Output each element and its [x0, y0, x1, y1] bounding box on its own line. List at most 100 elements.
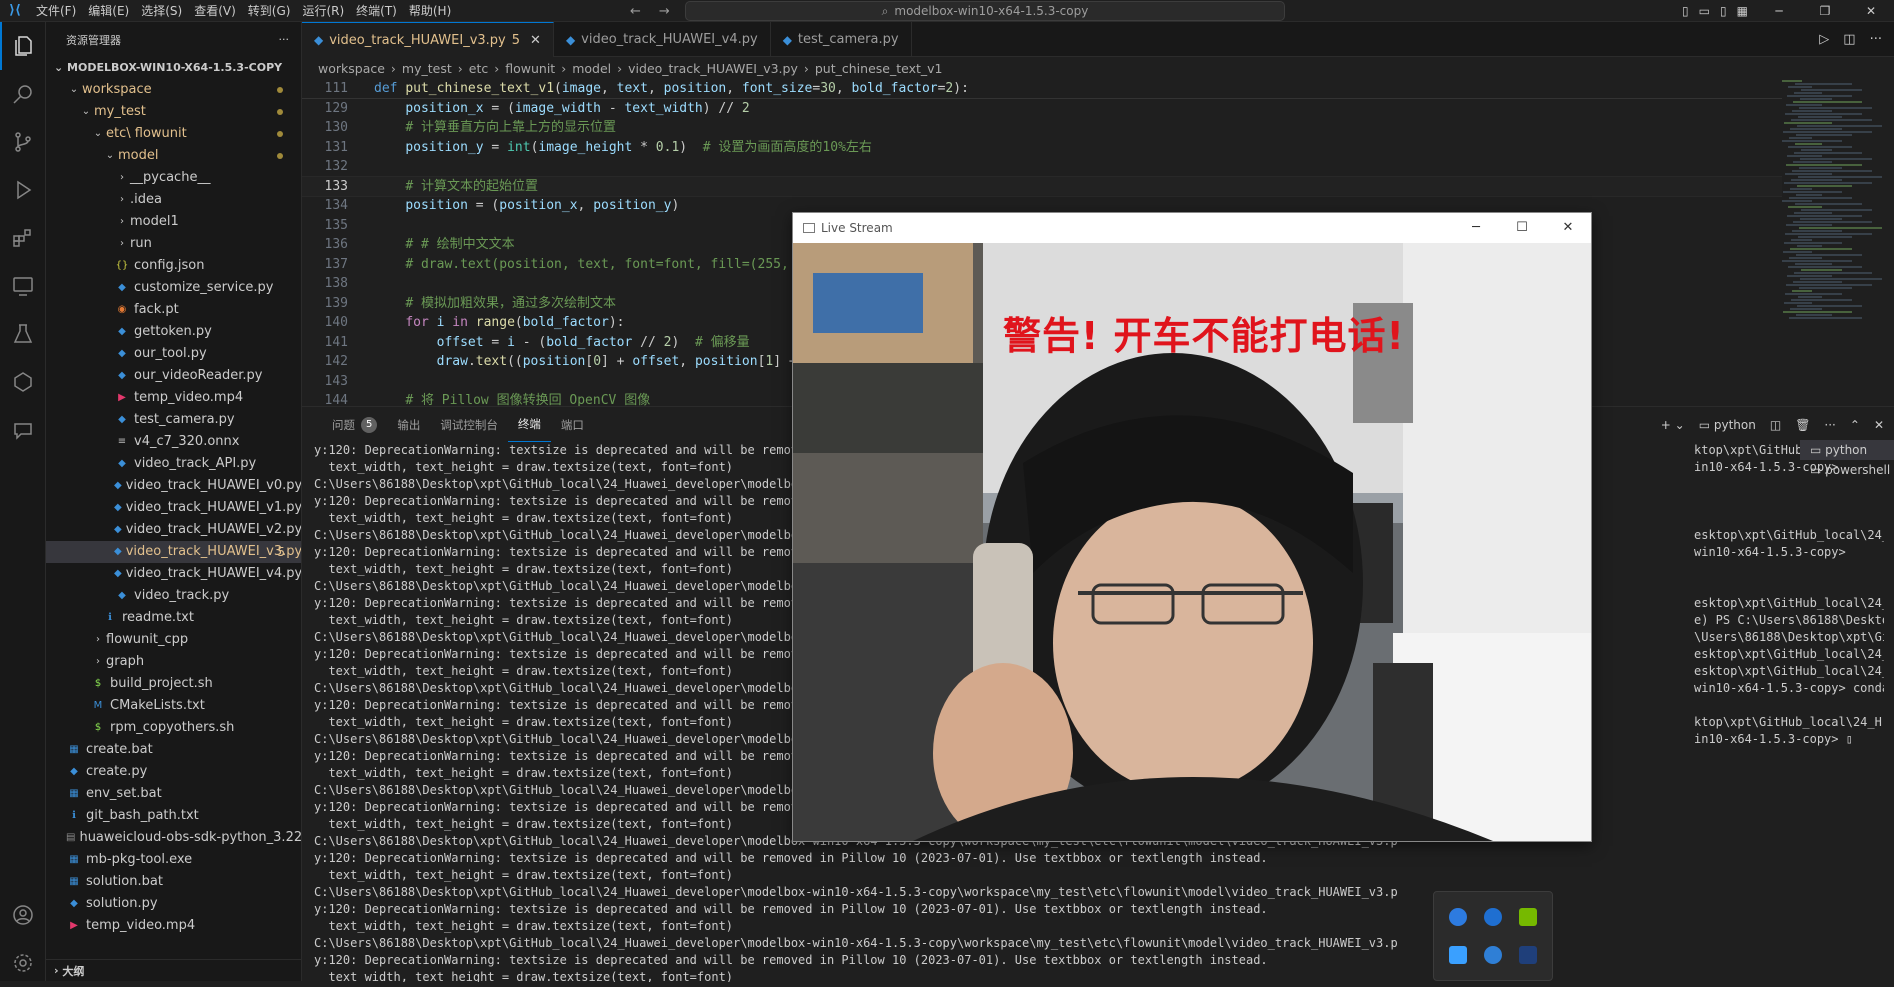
run-icon[interactable]: ▷ [1819, 32, 1829, 47]
command-center-search[interactable]: ⌕ modelbox-win10-x64-1.5.3-copy [685, 1, 1285, 21]
tree-item[interactable]: ▦ create.bat [46, 739, 301, 761]
tree-item[interactable]: › model1 [46, 211, 301, 233]
menu-item[interactable]: 终端(T) [350, 0, 403, 22]
feishu-icon[interactable] [1448, 946, 1467, 964]
remote-explorer-icon[interactable] [0, 262, 46, 310]
bluetooth-icon[interactable] [1483, 908, 1502, 926]
close-panel-icon[interactable]: ✕ [1874, 418, 1884, 432]
tree-item[interactable]: ◆ customize_service.py [46, 277, 301, 299]
tree-item[interactable]: ◉ fack.pt [46, 299, 301, 321]
panel-tab[interactable]: 输出 [387, 407, 430, 442]
tree-item[interactable]: › __pycache__ [46, 167, 301, 189]
tree-item[interactable]: ▶ temp_video.mp4 [46, 387, 301, 409]
search-icon[interactable] [0, 70, 46, 118]
run-debug-icon[interactable] [0, 166, 46, 214]
tree-item[interactable]: ◆ video_track_API.py [46, 453, 301, 475]
terminal-output-right[interactable]: ktop\xpt\GitHub_local\24_Hu in10-x64-1.5.… [1694, 442, 1884, 982]
settings-gear-icon[interactable] [0, 939, 46, 987]
menu-item[interactable]: 转到(G) [242, 0, 297, 22]
toggle-sidebar-icon[interactable]: ▯ [1682, 4, 1689, 18]
breadcrumb-item[interactable]: etc [469, 61, 488, 76]
defender-icon[interactable] [1483, 946, 1502, 964]
tree-item[interactable]: ◆ gettoken.py [46, 321, 301, 343]
source-control-icon[interactable] [0, 118, 46, 166]
tree-item[interactable]: ⌄ etc\ flowunit [46, 123, 301, 145]
tree-item[interactable]: M CMakeLists.txt [46, 695, 301, 717]
tree-item[interactable]: ⌄ my_test [46, 101, 301, 123]
outline-section[interactable]: › 大纲 [46, 959, 301, 981]
maximize-icon[interactable]: ☐ [1499, 213, 1545, 243]
editor-tab[interactable]: ◆ test_camera.py [771, 22, 912, 57]
tree-item[interactable]: ◆ our_videoReader.py [46, 365, 301, 387]
panel-tab[interactable]: 终端 [507, 407, 551, 442]
explorer-icon[interactable] [0, 22, 46, 70]
tree-item[interactable]: ◆ video_track.py [46, 585, 301, 607]
menu-item[interactable]: 帮助(H) [403, 0, 457, 22]
breadcrumb-item[interactable]: model [572, 61, 611, 76]
extensions-icon[interactable] [0, 214, 46, 262]
tree-item[interactable]: ◆ test_camera.py [46, 409, 301, 431]
tree-item[interactable]: ◆ our_tool.py [46, 343, 301, 365]
tree-item[interactable]: ◆ video_track_HUAWEI_v4.py [46, 563, 301, 585]
new-terminal-icon[interactable]: + ⌄ [1661, 418, 1685, 432]
split-editor-icon[interactable]: ◫ [1843, 32, 1855, 47]
tree-item[interactable]: › .idea [46, 189, 301, 211]
tree-item[interactable]: ▦ solution.bat [46, 871, 301, 893]
tree-item[interactable]: ▦ env_set.bat [46, 783, 301, 805]
close-icon[interactable]: ✕ [1848, 0, 1894, 22]
tree-item[interactable]: ◆ create.py [46, 761, 301, 783]
kill-terminal-icon[interactable]: 🗑 [1795, 418, 1810, 432]
menu-item[interactable]: 文件(F) [30, 0, 82, 22]
tree-item[interactable]: ⌄ model [46, 145, 301, 167]
toggle-secondary-sidebar-icon[interactable]: ▯ [1720, 4, 1727, 18]
live-stream-window[interactable]: Live Stream ─ ☐ ✕ 警告! 开车不能打电话! [792, 212, 1592, 842]
terminal-list-item[interactable]: ▭ powershell [1800, 460, 1894, 480]
tree-item[interactable]: ℹ git_bash_path.txt [46, 805, 301, 827]
menu-item[interactable]: 运行(R) [296, 0, 350, 22]
tree-item[interactable]: ◆ video_track_HUAWEI_v0.py [46, 475, 301, 497]
tree-item[interactable]: {} config.json [46, 255, 301, 277]
breadcrumb-item[interactable]: put_chinese_text_v1 [815, 61, 943, 76]
minimap[interactable] [1782, 79, 1882, 406]
breadcrumb-item[interactable]: flowunit [505, 61, 555, 76]
back-arrow-icon[interactable]: ← [630, 4, 641, 19]
tree-item[interactable]: ⌄ workspace [46, 79, 301, 101]
menu-item[interactable]: 编辑(E) [82, 0, 135, 22]
tree-item[interactable]: ≡ v4_c7_320.onnx [46, 431, 301, 453]
breadcrumb-item[interactable]: video_track_HUAWEI_v3.py [628, 61, 798, 76]
testing-icon[interactable] [0, 310, 46, 358]
tree-item[interactable]: ℹ readme.txt [46, 607, 301, 629]
huawei-extension-icon[interactable] [0, 358, 46, 406]
more-icon[interactable]: ··· [1870, 32, 1882, 47]
tree-item[interactable]: › flowunit_cpp [46, 629, 301, 651]
tree-item[interactable]: $ build_project.sh [46, 673, 301, 695]
maximize-panel-icon[interactable]: ⌃ [1850, 418, 1860, 432]
panel-tab[interactable]: 问题 5 [322, 407, 387, 442]
tree-item[interactable]: › graph [46, 651, 301, 673]
tree-item[interactable]: › run [46, 233, 301, 255]
customize-layout-icon[interactable]: ▦ [1737, 4, 1748, 18]
editor-tab[interactable]: ◆ video_track_HUAWEI_v3.py 5 ✕ [302, 22, 554, 57]
more-icon[interactable]: ··· [1824, 418, 1835, 432]
tree-item[interactable]: ▦ mb-pkg-tool.exe [46, 849, 301, 871]
terminal-shell-label[interactable]: ▭ python [1699, 418, 1756, 432]
restore-icon[interactable]: ❐ [1802, 0, 1848, 22]
breadcrumb-item[interactable]: my_test [402, 61, 452, 76]
forward-arrow-icon[interactable]: → [659, 4, 670, 19]
nvidia-icon[interactable] [1519, 908, 1538, 926]
breadcrumb-item[interactable]: workspace [318, 61, 385, 76]
tree-item[interactable]: ◆ video_track_HUAWEI_v3.py 5 [46, 541, 301, 563]
tree-item[interactable]: ▶ temp_video.mp4 [46, 915, 301, 937]
menu-item[interactable]: 查看(V) [188, 0, 242, 22]
tree-item[interactable]: ▤huaweicloud-obs-sdk-python_3.22.2.... [46, 827, 301, 849]
minimize-icon[interactable]: ─ [1453, 213, 1499, 243]
toggle-panel-icon[interactable]: ▭ [1699, 4, 1710, 18]
close-icon[interactable]: ✕ [530, 33, 541, 48]
account-icon[interactable] [0, 891, 46, 939]
more-actions-icon[interactable]: ··· [279, 33, 290, 46]
close-icon[interactable]: ✕ [1545, 213, 1591, 243]
tray-app-icon[interactable] [1519, 946, 1538, 964]
tree-item[interactable]: ◆ video_track_HUAWEI_v2.py [46, 519, 301, 541]
menu-item[interactable]: 选择(S) [135, 0, 188, 22]
workspace-root[interactable]: ⌄ MODELBOX-WIN10-X64-1.5.3-COPY [46, 57, 301, 79]
